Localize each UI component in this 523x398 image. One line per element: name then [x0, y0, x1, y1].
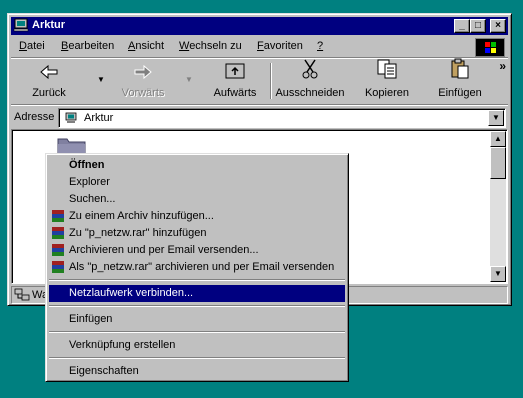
ctx-separator [49, 279, 345, 281]
ctx-paste[interactable]: Einfügen [49, 311, 345, 328]
address-dropdown-button[interactable]: ▼ [488, 110, 504, 126]
up-button[interactable]: Aufwärts [204, 59, 266, 103]
scissors-icon [300, 58, 320, 83]
network-computer-icon [64, 112, 78, 127]
copy-button[interactable]: Kopieren [357, 59, 417, 103]
close-button[interactable]: × [490, 19, 506, 33]
windows-logo-icon [475, 38, 505, 57]
ctx-properties[interactable]: Eigenschaften [49, 363, 345, 380]
ctx-map-network-drive[interactable]: Netzlaufwerk verbinden... [49, 285, 345, 302]
minimize-button[interactable]: _ [454, 19, 470, 33]
ctx-archive-email[interactable]: Archivieren und per Email versenden... [49, 242, 345, 259]
ctx-separator [49, 357, 345, 359]
toolbar-separator [270, 63, 272, 99]
winrar-books-icon [51, 209, 65, 226]
title-bar[interactable]: Arktur _ □ × [11, 17, 508, 35]
ctx-search[interactable]: Suchen... [49, 191, 345, 208]
scroll-thumb[interactable] [490, 147, 506, 179]
menu-favoriten[interactable]: Favoriten [257, 40, 303, 52]
address-bar: Adresse Arktur ▼ [11, 107, 508, 129]
back-arrow-icon [39, 64, 59, 83]
computer-icon [13, 18, 29, 35]
network-icon [14, 288, 30, 305]
menu-ansicht[interactable]: Ansicht [128, 40, 164, 52]
vertical-scrollbar[interactable]: ▲ ▼ [490, 131, 506, 282]
winrar-books-icon [51, 260, 65, 277]
maximize-button[interactable]: □ [470, 19, 486, 33]
paste-icon [449, 58, 471, 83]
cut-button[interactable]: Ausschneiden [275, 59, 345, 103]
window-title: Arktur [32, 19, 66, 31]
back-dropdown-icon[interactable]: ▼ [97, 75, 105, 84]
address-field[interactable]: Arktur ▼ [58, 108, 506, 128]
scroll-up-button[interactable]: ▲ [490, 131, 506, 147]
forward-dropdown-icon: ▼ [185, 75, 193, 84]
paste-button[interactable]: Einfügen [429, 58, 491, 103]
ctx-rar-email[interactable]: Als "p_netzw.rar" archivieren und per Em… [49, 259, 345, 276]
winrar-books-icon [51, 243, 65, 260]
address-value: Arktur [84, 112, 114, 124]
toolbar-more-icon[interactable]: » [499, 59, 506, 73]
context-menu: Öffnen Explorer Suchen... Zu einem Archi… [45, 153, 349, 382]
folder-up-icon [224, 60, 246, 83]
menu-help[interactable]: ? [317, 40, 323, 52]
ctx-add-archive[interactable]: Zu einem Archiv hinzufügen... [49, 208, 345, 225]
ctx-separator [49, 305, 345, 307]
forward-arrow-icon [133, 64, 153, 83]
ctx-open[interactable]: Öffnen [49, 157, 345, 174]
toolbar: Zurück ▼ Vorwärts ▼ Aufwärts Ausschneide… [11, 58, 508, 103]
toolbar-separator-bottom [11, 104, 508, 106]
menu-bearbeiten[interactable]: Bearbeiten [61, 40, 114, 52]
back-button[interactable]: Zurück [21, 59, 77, 103]
copy-icon [376, 58, 398, 83]
ctx-create-shortcut[interactable]: Verknüpfung erstellen [49, 337, 345, 354]
ctx-add-rar[interactable]: Zu "p_netzw.rar" hinzufügen [49, 225, 345, 242]
scroll-down-button[interactable]: ▼ [490, 266, 506, 282]
menu-datei[interactable]: Datei [19, 40, 45, 52]
address-label: Adresse [14, 111, 55, 123]
menu-wechseln-zu[interactable]: Wechseln zu [179, 40, 242, 52]
ctx-separator [49, 331, 345, 333]
forward-button: Vorwärts [112, 59, 174, 103]
winrar-books-icon [51, 226, 65, 243]
ctx-explorer[interactable]: Explorer [49, 174, 345, 191]
menu-bar: Datei Bearbeiten Ansicht Wechseln zu Fav… [11, 37, 508, 57]
